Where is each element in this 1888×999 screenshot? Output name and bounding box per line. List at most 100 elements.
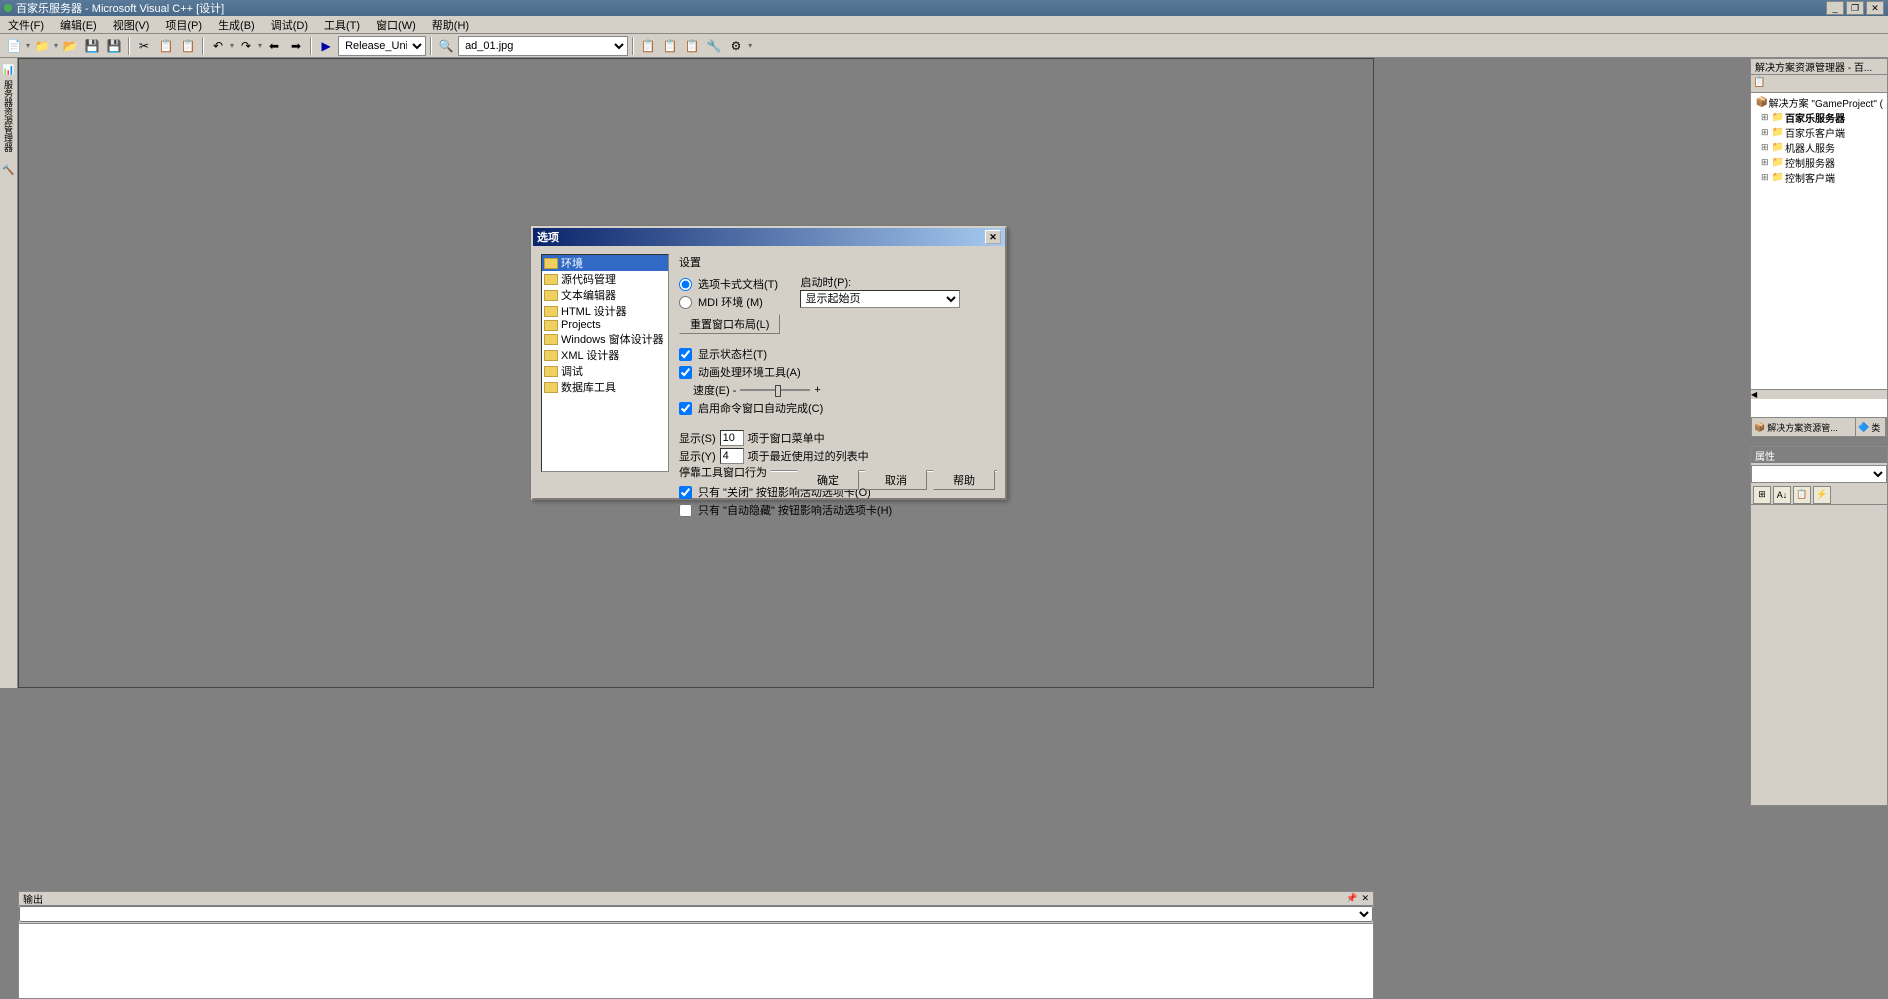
dialog-close-button[interactable]: ✕ <box>985 230 1001 244</box>
tab-class-view[interactable]: 🔷类 <box>1856 418 1886 436</box>
menu-build[interactable]: 生成(B) <box>210 16 263 34</box>
chk-animate[interactable] <box>679 366 692 379</box>
tb-icon-1[interactable]: 📋 <box>638 36 658 56</box>
chk-cmdcomplete[interactable] <box>679 402 692 415</box>
tree-item-project-2[interactable]: ⊞📁机器人服务 <box>1753 140 1885 155</box>
radio-mdi[interactable] <box>679 296 692 309</box>
tree-item-database[interactable]: 数据库工具 <box>542 379 668 395</box>
solution-explorer-title: 解决方案资源管理器 - 百... <box>1751 59 1887 75</box>
server-explorer-tab-label[interactable]: 服务器资源管理器 <box>1 80 17 152</box>
help-button[interactable]: 帮助 <box>933 470 995 490</box>
save-all-icon[interactable]: 💾 <box>104 36 124 56</box>
toolbox-tab-icon[interactable]: 🔨 <box>1 162 17 178</box>
tree-item-environment[interactable]: 环境 <box>542 255 668 271</box>
find-combo[interactable]: ad_01.jpg <box>458 36 628 56</box>
tb-icon-4[interactable]: 🔧 <box>704 36 724 56</box>
menu-edit[interactable]: 编辑(E) <box>52 16 105 34</box>
tree-item-projects[interactable]: Projects <box>542 319 668 331</box>
radio-tabbed-label: 选项卡式文档(T) <box>698 276 778 292</box>
cut-icon[interactable]: ✂ <box>134 36 154 56</box>
minimize-button[interactable]: _ <box>1826 1 1844 15</box>
tab-solution-explorer[interactable]: 📦解决方案资源管... <box>1752 418 1856 436</box>
output-close-icon[interactable]: ✕ <box>1361 893 1369 904</box>
undo-icon[interactable]: ↶ <box>208 36 228 56</box>
options-dialog: 选项 ✕ 环境 源代码管理 文本编辑器 HTML 设计器 Projects Wi… <box>531 226 1007 500</box>
properties-grid <box>1751 505 1887 805</box>
alphabetical-icon[interactable]: A↓ <box>1773 486 1791 504</box>
tb-icon-5[interactable]: ⚙ <box>726 36 746 56</box>
find-in-files-icon[interactable]: 🔍 <box>436 36 456 56</box>
tree-item-html-designer[interactable]: HTML 设计器 <box>542 303 668 319</box>
tb-icon-3[interactable]: 📋 <box>682 36 702 56</box>
server-explorer-tab-icon[interactable]: 📊 <box>1 62 17 78</box>
menu-view[interactable]: 视图(V) <box>105 16 158 34</box>
left-docked-tabs: 📊 服务器资源管理器 🔨 <box>0 58 18 688</box>
maximize-button[interactable]: ❐ <box>1846 1 1864 15</box>
chk-autohide-affects-tab[interactable] <box>679 504 692 517</box>
radio-tabbed[interactable] <box>679 278 692 291</box>
tree-item-project-4[interactable]: ⊞📁控制客户端 <box>1753 170 1885 185</box>
output-pin-icon[interactable]: 📌 <box>1346 893 1357 904</box>
options-content: 设置 选项卡式文档(T) MDI 环境 (M) 重置窗口布局(L) 启动时(P)… <box>679 254 997 460</box>
tree-item-source-control[interactable]: 源代码管理 <box>542 271 668 287</box>
menu-tools[interactable]: 工具(T) <box>316 16 368 34</box>
show-mru-input[interactable] <box>720 448 744 464</box>
tree-item-project-1[interactable]: ⊞📁百家乐客户端 <box>1753 125 1885 140</box>
cancel-button[interactable]: 取消 <box>865 470 927 490</box>
app-icon <box>4 4 12 12</box>
main-toolbar: 📄 ▾ 📁 ▾ 📂 💾 💾 ✂ 📋 📋 ↶ ▾ ↷ ▾ ⬅ ➡ ▶ Releas… <box>0 34 1888 58</box>
new-project-icon[interactable]: 📄 <box>4 36 24 56</box>
properties-icon[interactable]: 📋 <box>1753 77 1767 91</box>
tree-item-winforms[interactable]: Windows 窗体设计器 <box>542 331 668 347</box>
speed-slider[interactable] <box>740 389 810 391</box>
show-window-input[interactable] <box>720 430 744 446</box>
menu-project[interactable]: 项目(P) <box>157 16 210 34</box>
start-icon[interactable]: ▶ <box>316 36 336 56</box>
window-titlebar: 百家乐服务器 - Microsoft Visual C++ [设计] _ ❐ ✕ <box>0 0 1888 16</box>
events-icon[interactable]: ⚡ <box>1813 486 1831 504</box>
dock-group-label: 停靠工具窗口行为 <box>679 464 771 480</box>
redo-icon[interactable]: ↷ <box>236 36 256 56</box>
reset-layout-button[interactable]: 重置窗口布局(L) <box>679 314 780 334</box>
tree-item-text-editor[interactable]: 文本编辑器 <box>542 287 668 303</box>
open-icon[interactable]: 📂 <box>60 36 80 56</box>
tree-item-project-3[interactable]: ⊞📁控制服务器 <box>1753 155 1885 170</box>
properties-object-selector[interactable] <box>1751 465 1887 483</box>
properties-icon-2[interactable]: 📋 <box>1793 486 1811 504</box>
paste-icon[interactable]: 📋 <box>178 36 198 56</box>
tb-icon-2[interactable]: 📋 <box>660 36 680 56</box>
close-button[interactable]: ✕ <box>1866 1 1884 15</box>
menu-debug[interactable]: 调试(D) <box>263 16 316 34</box>
show-window-label: 显示(S) <box>679 430 716 446</box>
output-source-selector[interactable] <box>19 906 1373 922</box>
options-category-tree: 环境 源代码管理 文本编辑器 HTML 设计器 Projects Windows… <box>541 254 669 472</box>
save-icon[interactable]: 💾 <box>82 36 102 56</box>
nav-back-icon[interactable]: ⬅ <box>264 36 284 56</box>
menu-window[interactable]: 窗口(W) <box>368 16 424 34</box>
startup-label: 启动时(P): <box>800 274 960 290</box>
nav-fwd-icon[interactable]: ➡ <box>286 36 306 56</box>
ok-button[interactable]: 确定 <box>797 470 859 490</box>
menu-help[interactable]: 帮助(H) <box>424 16 477 34</box>
config-selector[interactable]: Release_Unicode <box>338 36 426 56</box>
categorized-icon[interactable]: ⊞ <box>1753 486 1771 504</box>
chk-statusbar-label: 显示状态栏(T) <box>698 346 767 362</box>
dialog-titlebar: 选项 ✕ <box>533 228 1005 246</box>
tree-root[interactable]: 📦解决方案 "GameProject" ( <box>1753 95 1885 110</box>
properties-title: 属性 <box>1751 447 1887 463</box>
copy-icon[interactable]: 📋 <box>156 36 176 56</box>
startup-selector[interactable]: 显示起始页 <box>800 290 960 308</box>
show-mru-label: 显示(Y) <box>679 448 716 464</box>
solution-explorer-panel: 解决方案资源管理器 - 百... 📋 📦解决方案 "GameProject" (… <box>1750 58 1888 418</box>
properties-panel: 属性 ⊞ A↓ 📋 ⚡ <box>1750 446 1888 806</box>
properties-toolbar: ⊞ A↓ 📋 ⚡ <box>1751 485 1887 505</box>
menu-file[interactable]: 文件(F) <box>0 16 52 34</box>
window-title: 百家乐服务器 - Microsoft Visual C++ [设计] <box>16 0 224 16</box>
chk-statusbar[interactable] <box>679 348 692 361</box>
tree-item-project-0[interactable]: ⊞📁百家乐服务器 <box>1753 110 1885 125</box>
solution-tree: 📦解决方案 "GameProject" ( ⊞📁百家乐服务器 ⊞📁百家乐客户端 … <box>1751 93 1887 187</box>
tree-item-xml-designer[interactable]: XML 设计器 <box>542 347 668 363</box>
chk-close-affects-tab[interactable] <box>679 486 692 499</box>
tree-item-debugging[interactable]: 调试 <box>542 363 668 379</box>
add-item-icon[interactable]: 📁 <box>32 36 52 56</box>
